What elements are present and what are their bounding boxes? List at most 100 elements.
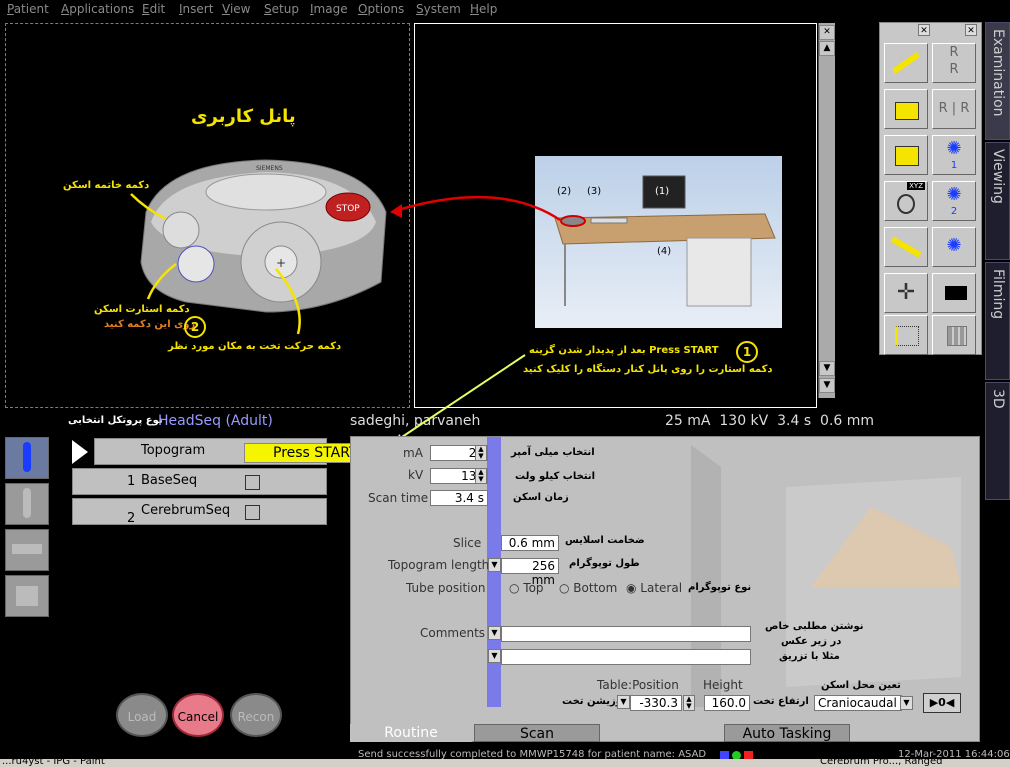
topogram-length-fa-label: طول توپوگرام: [569, 558, 640, 569]
range-2-index: 2: [127, 511, 136, 526]
move-table-button[interactable]: ▶0◀: [923, 693, 961, 713]
topogram-length-label: Topogram length: [388, 558, 490, 572]
protocol-fa-label: نوع پروتکل انتخابی: [68, 415, 163, 426]
protocol-name: HeadSeq (Adult): [158, 413, 273, 429]
comments-fa-3: مثلا با تزریق: [779, 651, 840, 662]
tool-close-icon[interactable]: ✕: [918, 24, 930, 36]
scroll-close-icon[interactable]: ✕: [819, 25, 835, 40]
tube-position-label: Tube position: [406, 581, 486, 595]
tool2-close-icon[interactable]: ✕: [965, 24, 977, 36]
desk-label-4: (4): [657, 246, 672, 257]
menu-image[interactable]: Image: [310, 2, 348, 16]
flip-horizontal-icon[interactable]: R | R: [932, 89, 976, 129]
scroll-down-icon[interactable]: ▼: [819, 361, 835, 376]
topogram-length-input[interactable]: 256 mm: [501, 558, 559, 587]
direction-select[interactable]: Craniocaudal: [814, 695, 902, 711]
menu-insert[interactable]: Insert: [179, 2, 213, 16]
scroll-down-end-icon[interactable]: ▼: [819, 378, 835, 393]
comments-label: Comments: [420, 626, 486, 640]
menu-applications[interactable]: Applications: [61, 2, 134, 16]
comments-dropdown-1[interactable]: ▼: [488, 626, 501, 640]
tab-examination[interactable]: Examination: [985, 22, 1010, 140]
tube-lateral-radio[interactable]: ◉ Lateral: [626, 581, 682, 595]
tube-bottom-radio[interactable]: ○ Bottom: [559, 581, 617, 595]
layout-icon[interactable]: [932, 315, 976, 355]
cerebrumseq-checkbox[interactable]: [245, 505, 260, 520]
height-label: Height: [703, 678, 743, 692]
viewer-scrollbar[interactable]: ✕ ▲ ▼ ▼: [818, 23, 835, 398]
tab-routine[interactable]: Routine: [350, 724, 472, 742]
kv-spinner[interactable]: ▲ ▼: [475, 468, 487, 484]
slice-label: Slice: [453, 536, 482, 550]
kv-fa-label: انتخاب کیلو ولت: [515, 471, 596, 482]
range-1-index: 1: [127, 474, 136, 489]
menu-help[interactable]: Help: [470, 2, 497, 16]
export-icon[interactable]: [932, 273, 976, 313]
tab-3d[interactable]: 3D: [985, 382, 1010, 500]
scroll-up-icon[interactable]: ▲: [819, 41, 835, 56]
head-xyz-icon[interactable]: XYZ: [884, 181, 928, 221]
recon-button[interactable]: Recon: [230, 693, 282, 737]
head-first-supine-icon[interactable]: [5, 437, 49, 479]
current-step-arrow: [72, 440, 88, 464]
comments-fa-2: در زیر عکس: [781, 636, 842, 647]
cancel-button[interactable]: Cancel: [172, 693, 224, 737]
scan-parameters-panel: mA 25 ▲▼ انتخاب میلی آمپر kV 130 ▲▼ انتخ…: [350, 436, 980, 742]
slice-fa-label: ضخامت اسلایس: [565, 535, 645, 546]
desk-label-1: (1): [655, 186, 670, 197]
tab-viewing[interactable]: Viewing: [985, 142, 1010, 260]
comments-input-2[interactable]: [501, 649, 751, 665]
grid-tool-icon[interactable]: [884, 315, 928, 355]
tab-auto-tasking[interactable]: Auto Tasking: [724, 724, 850, 742]
protocol-row-cerebrumseq[interactable]: 2 CerebrumSeq: [72, 498, 327, 526]
topogram-length-dropdown[interactable]: ▼: [488, 558, 501, 572]
menu-bar: Patient Applications Edit Insert View Se…: [0, 0, 1010, 20]
comments-input-1[interactable]: [501, 626, 751, 642]
tab-scan[interactable]: Scan: [474, 724, 600, 742]
scan-time-fa-label: زمان اسکن: [513, 492, 569, 503]
height-input[interactable]: 160.0: [704, 695, 750, 711]
profile-tool-icon[interactable]: [884, 135, 928, 175]
table-position-label: Table:Position: [597, 678, 679, 692]
scan-time-label: Scan time: [368, 491, 429, 505]
menu-view[interactable]: View: [222, 2, 250, 16]
ma-spinner[interactable]: ▲ ▼: [475, 445, 487, 461]
light-save-icon[interactable]: ✺: [932, 227, 976, 267]
menu-setup[interactable]: Setup: [264, 2, 299, 16]
angle-tool-icon[interactable]: [884, 227, 928, 267]
slice-input[interactable]: 0.6 mm: [501, 535, 559, 551]
light-1-icon[interactable]: ✺ 1: [932, 135, 976, 175]
feet-first-icon[interactable]: [5, 483, 49, 525]
tab-filming[interactable]: Filming: [985, 262, 1010, 380]
protocol-row-baseseq[interactable]: 1 BaseSeq: [72, 468, 327, 495]
direction-dropdown[interactable]: ▼: [900, 696, 913, 710]
roi-histogram-icon[interactable]: [884, 89, 928, 129]
light-2-icon[interactable]: ✺ 2: [932, 181, 976, 221]
tube-top-radio[interactable]: ○ Top: [509, 581, 544, 595]
taskbar-right-item[interactable]: Cerebrum Pro..., Ranged: [820, 759, 943, 767]
table-icon[interactable]: [5, 529, 49, 571]
instruction-line-2: دکمه استارت را روی پانل کنار دستگاه را ک…: [523, 364, 773, 375]
table-position-spinner[interactable]: ▲ ▼: [683, 695, 695, 711]
menu-system[interactable]: System: [416, 2, 461, 16]
comments-dropdown-2[interactable]: ▼: [488, 649, 501, 663]
table-position-dropdown[interactable]: ▼: [617, 695, 630, 709]
menu-edit[interactable]: Edit: [142, 2, 165, 16]
baseseq-checkbox[interactable]: [245, 475, 260, 490]
load-button[interactable]: Load: [116, 693, 168, 737]
taskbar-app[interactable]: ...ru4yst - IPG - Paint: [2, 759, 105, 767]
table-position-input[interactable]: -330.3: [630, 695, 682, 711]
desk-label-3: (3): [587, 186, 602, 197]
scan-time-input[interactable]: 3.4 s: [430, 490, 488, 506]
scan-location-fa-label: تعین محل اسکن: [821, 680, 901, 691]
menu-patient[interactable]: Patient: [7, 2, 49, 16]
scan-params: 25 mA 130 kV 3.4 s 0.6 mm: [665, 413, 875, 429]
flip-vertical-icon[interactable]: RR: [932, 43, 976, 83]
ruler-tool-icon[interactable]: [884, 43, 928, 83]
chair-icon[interactable]: [5, 575, 49, 617]
tool-palette: ✕ ✕ RR R | R ✺ 1 XYZ ✺ 2 ✺ ✛: [879, 22, 982, 355]
menu-options[interactable]: Options: [358, 2, 404, 16]
tube-position-fa-label: نوع توپوگرام: [688, 582, 752, 593]
crosshair-icon[interactable]: ✛: [884, 273, 928, 313]
patient-table-illustration: [691, 445, 961, 707]
